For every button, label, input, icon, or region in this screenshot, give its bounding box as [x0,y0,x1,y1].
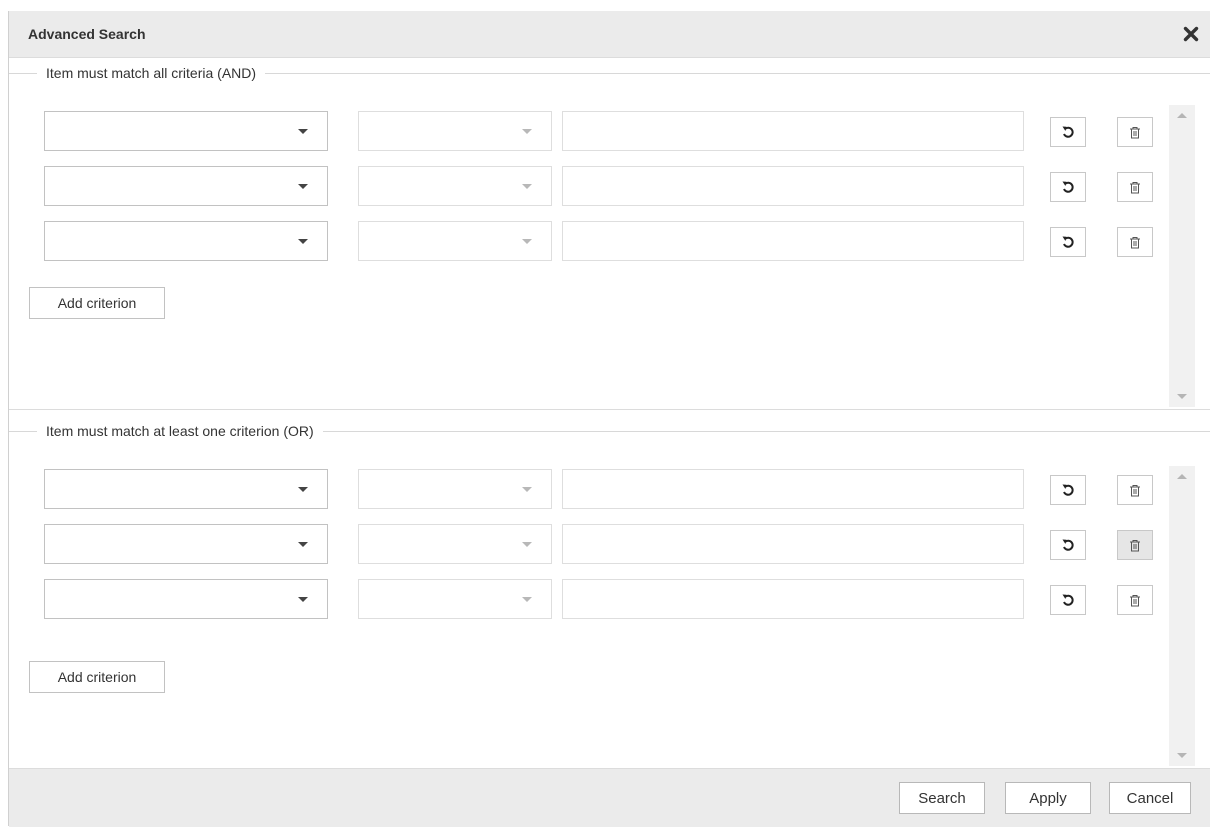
add-criterion-button[interactable]: Add criterion [29,287,165,319]
close-icon[interactable] [1181,24,1201,44]
caret-down-icon [298,487,308,492]
or-section-legend: Item must match at least one criterion (… [37,423,323,439]
and-criteria-section: Item must match all criteria (AND) Add c… [9,65,1210,409]
caret-down-icon [522,487,532,492]
add-criterion-button[interactable]: Add criterion [29,661,165,693]
field-select[interactable] [44,579,328,619]
operator-select [358,166,552,206]
reset-criterion-button[interactable] [1050,585,1086,615]
undo-icon [1062,539,1074,551]
scroll-up-icon[interactable] [1177,113,1187,118]
caret-down-icon [522,542,532,547]
dialog-title: Advanced Search [28,26,146,42]
trash-icon [1130,181,1140,193]
section-separator [9,409,1210,410]
advanced-search-dialog: Advanced Search Item must match all crit… [8,11,1210,827]
caret-down-icon [298,129,308,134]
caret-down-icon [522,239,532,244]
and-section-scrollbar[interactable] [1169,105,1195,407]
reset-criterion-button[interactable] [1050,172,1086,202]
value-input[interactable] [562,579,1024,619]
undo-icon [1062,236,1074,248]
scroll-down-icon[interactable] [1177,394,1187,399]
value-input[interactable] [562,524,1024,564]
scroll-down-icon[interactable] [1177,753,1187,758]
undo-icon [1062,484,1074,496]
criterion-row [44,221,1164,263]
apply-button[interactable]: Apply [1005,782,1091,814]
criterion-row [44,579,1164,621]
value-input[interactable] [562,111,1024,151]
operator-select [358,469,552,509]
reset-criterion-button[interactable] [1050,475,1086,505]
dialog-footer: Search Apply Cancel [9,768,1210,827]
reset-criterion-button[interactable] [1050,530,1086,560]
criterion-row [44,469,1164,511]
delete-criterion-button[interactable] [1117,117,1153,147]
and-criteria-rows [44,111,1164,276]
trash-icon [1130,484,1140,496]
field-select[interactable] [44,111,328,151]
operator-select [358,221,552,261]
search-button[interactable]: Search [899,782,985,814]
caret-down-icon [298,542,308,547]
dialog-titlebar: Advanced Search [9,11,1210,58]
value-input[interactable] [562,166,1024,206]
or-criteria-section: Item must match at least one criterion (… [9,423,1210,767]
trash-icon [1130,594,1140,606]
field-select[interactable] [44,524,328,564]
delete-criterion-button[interactable] [1117,530,1153,560]
reset-criterion-button[interactable] [1050,227,1086,257]
or-section-scrollbar[interactable] [1169,466,1195,766]
trash-icon [1130,126,1140,138]
operator-select [358,579,552,619]
caret-down-icon [522,129,532,134]
delete-criterion-button[interactable] [1117,475,1153,505]
trash-icon [1130,236,1140,248]
operator-select [358,111,552,151]
field-select[interactable] [44,166,328,206]
value-input[interactable] [562,469,1024,509]
value-input[interactable] [562,221,1024,261]
scroll-up-icon[interactable] [1177,474,1187,479]
undo-icon [1062,594,1074,606]
operator-select [358,524,552,564]
criterion-row [44,166,1164,208]
or-criteria-rows [44,469,1164,634]
caret-down-icon [298,239,308,244]
trash-icon [1130,539,1140,551]
delete-criterion-button[interactable] [1117,585,1153,615]
delete-criterion-button[interactable] [1117,172,1153,202]
caret-down-icon [298,597,308,602]
criterion-row [44,524,1164,566]
reset-criterion-button[interactable] [1050,117,1086,147]
undo-icon [1062,181,1074,193]
field-select[interactable] [44,469,328,509]
field-select[interactable] [44,221,328,261]
undo-icon [1062,126,1074,138]
caret-down-icon [522,597,532,602]
delete-criterion-button[interactable] [1117,227,1153,257]
cancel-button[interactable]: Cancel [1109,782,1191,814]
caret-down-icon [298,184,308,189]
caret-down-icon [522,184,532,189]
and-section-legend: Item must match all criteria (AND) [37,65,266,81]
criterion-row [44,111,1164,153]
